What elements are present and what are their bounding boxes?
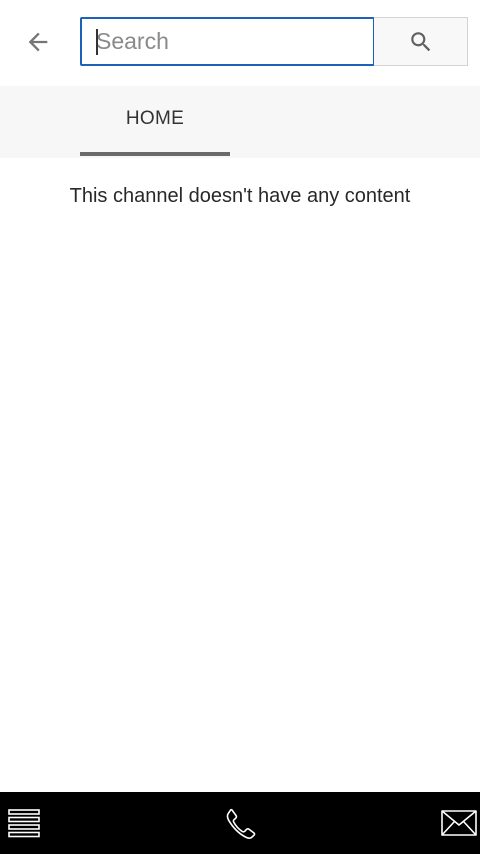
- phone-icon: [226, 808, 256, 839]
- menu-button[interactable]: [0, 792, 48, 854]
- bottom-navigation-bar: [0, 792, 480, 854]
- call-button[interactable]: [216, 792, 264, 854]
- text-cursor: [96, 29, 98, 55]
- empty-state-message: This channel doesn't have any content: [69, 185, 411, 207]
- mail-button[interactable]: [438, 792, 480, 854]
- tab-home[interactable]: HOME: [80, 86, 230, 158]
- back-button[interactable]: [18, 22, 58, 62]
- active-tab-indicator: [80, 152, 230, 156]
- search-button[interactable]: [374, 17, 468, 66]
- hamburger-menu-icon: [8, 809, 40, 838]
- arrow-left-icon: [28, 32, 48, 52]
- top-app-bar: [0, 0, 480, 86]
- search-icon: [410, 31, 430, 51]
- search-input[interactable]: [80, 17, 375, 66]
- tab-home-label: HOME: [125, 108, 185, 129]
- mail-icon: [441, 810, 477, 836]
- channel-tabs: HOME: [0, 86, 480, 158]
